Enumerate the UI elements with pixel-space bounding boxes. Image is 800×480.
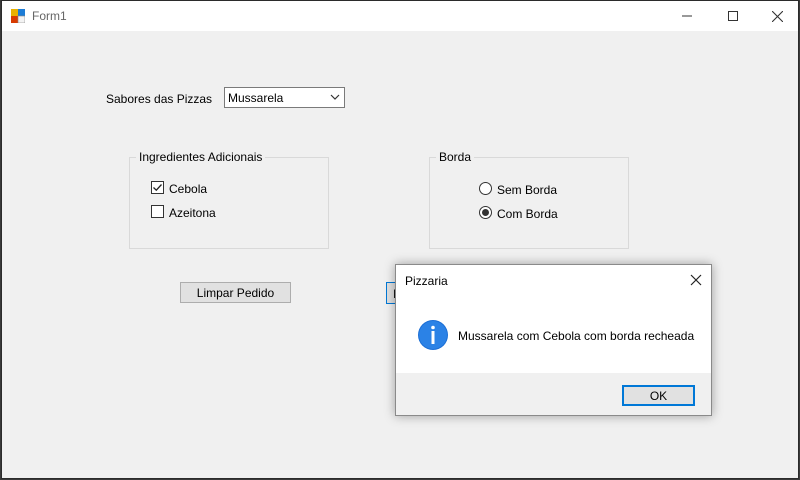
close-button[interactable]: [754, 1, 800, 31]
radio-com-borda[interactable]: [479, 206, 492, 219]
checkbox-azeitona-label[interactable]: Azeitona: [169, 206, 216, 220]
flavor-label: Sabores das Pizzas: [106, 92, 213, 106]
dialog-footer: OK: [396, 373, 711, 415]
radio-sem-borda-label[interactable]: Sem Borda: [497, 183, 557, 197]
ok-button[interactable]: OK: [622, 385, 695, 406]
minimize-icon: [682, 15, 692, 17]
title-bar[interactable]: Form1: [2, 1, 798, 31]
winforms-app-icon: [11, 9, 25, 23]
ingredients-group-title: Ingredientes Adicionais: [136, 150, 266, 164]
ingredients-groupbox: Ingredientes Adicionais: [129, 150, 329, 249]
radio-sem-borda[interactable]: [479, 182, 492, 195]
message-box: Pizzaria Mussarela com Cebola com borda …: [395, 264, 712, 416]
checkbox-cebola[interactable]: [151, 181, 164, 194]
maximize-icon: [728, 11, 738, 21]
dialog-title: Pizzaria: [405, 274, 448, 288]
window-title: Form1: [32, 9, 67, 23]
close-icon: [771, 10, 783, 22]
maximize-button[interactable]: [710, 1, 756, 31]
checkbox-cebola-label[interactable]: Cebola: [169, 182, 207, 196]
flavor-combobox[interactable]: Mussarela: [224, 87, 345, 108]
clear-order-button[interactable]: Limpar Pedido: [180, 282, 291, 303]
clear-order-button-label: Limpar Pedido: [196, 285, 275, 300]
chevron-down-icon: [330, 94, 340, 100]
dialog-close-icon[interactable]: [687, 271, 705, 289]
ok-button-label: OK: [649, 388, 668, 403]
border-groupbox: Borda: [429, 150, 629, 249]
flavor-combobox-value: Mussarela: [228, 91, 284, 105]
checkmark-icon: [153, 184, 162, 192]
border-group-title: Borda: [436, 150, 475, 164]
checkbox-azeitona[interactable]: [151, 205, 164, 218]
dialog-message: Mussarela com Cebola com borda recheada: [458, 329, 695, 343]
radio-com-borda-label[interactable]: Com Borda: [497, 207, 558, 221]
info-icon: [418, 320, 448, 350]
minimize-button[interactable]: [664, 1, 710, 31]
radio-selected-dot: [482, 209, 489, 216]
